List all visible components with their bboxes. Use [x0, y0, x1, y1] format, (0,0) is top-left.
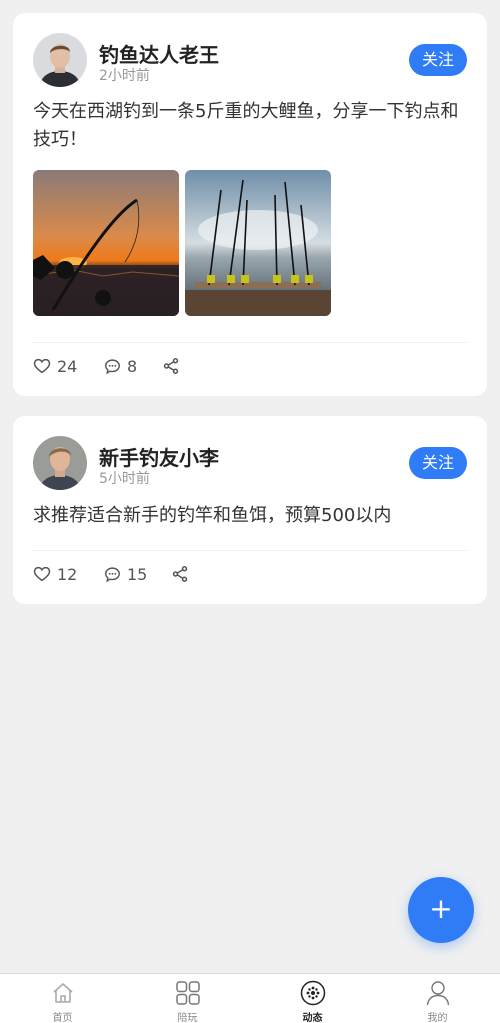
divider	[33, 550, 467, 551]
bottom-tab-bar: 首页 陪玩 动态 我的	[0, 973, 500, 1023]
post-actions: 24 8	[33, 352, 467, 380]
tab-companion[interactable]: 陪玩	[125, 974, 250, 1023]
comment-count: 8	[127, 356, 138, 376]
avatar[interactable]	[33, 33, 87, 87]
post-time: 5小时前	[99, 471, 150, 487]
comment-icon	[105, 566, 120, 582]
share-icon	[172, 566, 188, 582]
tab-moments[interactable]: 动态	[250, 974, 375, 1023]
post-card[interactable]: 新手钓友小李 5小时前 关注 求推荐适合新手的钓竿和鱼饵，预算500以内 12 …	[13, 416, 487, 604]
post-card[interactable]: 钓鱼达人老王 2小时前 关注 今天在西湖钓到一条5斤重的大鲤鱼，分享一下钓点和技…	[13, 13, 487, 396]
like-count: 12	[57, 564, 78, 584]
tab-label: 首页	[52, 1013, 73, 1023]
share-icon	[163, 358, 179, 374]
grid-icon	[175, 981, 200, 1005]
like-count: 24	[57, 356, 78, 376]
create-post-button[interactable]: +	[408, 877, 474, 943]
home-icon	[52, 983, 73, 1003]
post-time: 2小时前	[99, 68, 150, 84]
divider	[33, 342, 467, 343]
comment-button[interactable]: 15	[104, 560, 147, 588]
comment-icon	[105, 358, 120, 374]
tab-profile[interactable]: 我的	[375, 974, 500, 1023]
share-button[interactable]	[162, 352, 180, 380]
username[interactable]: 新手钓友小李	[99, 442, 219, 471]
comment-count: 15	[127, 564, 148, 584]
avatar[interactable]	[33, 436, 87, 490]
post-actions: 12 15	[33, 560, 467, 588]
moments-icon	[300, 980, 325, 1006]
post-content: 今天在西湖钓到一条5斤重的大鲤鱼，分享一下钓点和技巧！	[33, 101, 459, 150]
tab-label: 我的	[427, 1013, 448, 1023]
share-button[interactable]	[171, 560, 189, 588]
post-header: 钓鱼达人老王 2小时前 关注	[33, 33, 467, 87]
tab-label: 动态	[302, 1013, 323, 1023]
tab-home[interactable]: 首页	[0, 974, 125, 1023]
heart-icon	[33, 358, 51, 374]
like-button[interactable]: 12	[33, 560, 77, 588]
comment-button[interactable]: 8	[104, 352, 137, 380]
post-image-sunset-fishing[interactable]	[33, 170, 179, 316]
post-image-boat-rods[interactable]	[185, 170, 331, 316]
tab-label: 陪玩	[177, 1013, 198, 1023]
like-button[interactable]: 24	[33, 352, 77, 380]
user-icon	[426, 981, 449, 1006]
follow-button[interactable]: 关注	[409, 44, 467, 76]
follow-button[interactable]: 关注	[409, 447, 467, 479]
post-content: 求推荐适合新手的钓竿和鱼饵，预算500以内	[33, 505, 392, 526]
heart-icon	[33, 566, 51, 582]
post-header: 新手钓友小李 5小时前 关注	[33, 436, 467, 490]
username[interactable]: 钓鱼达人老王	[99, 39, 219, 68]
